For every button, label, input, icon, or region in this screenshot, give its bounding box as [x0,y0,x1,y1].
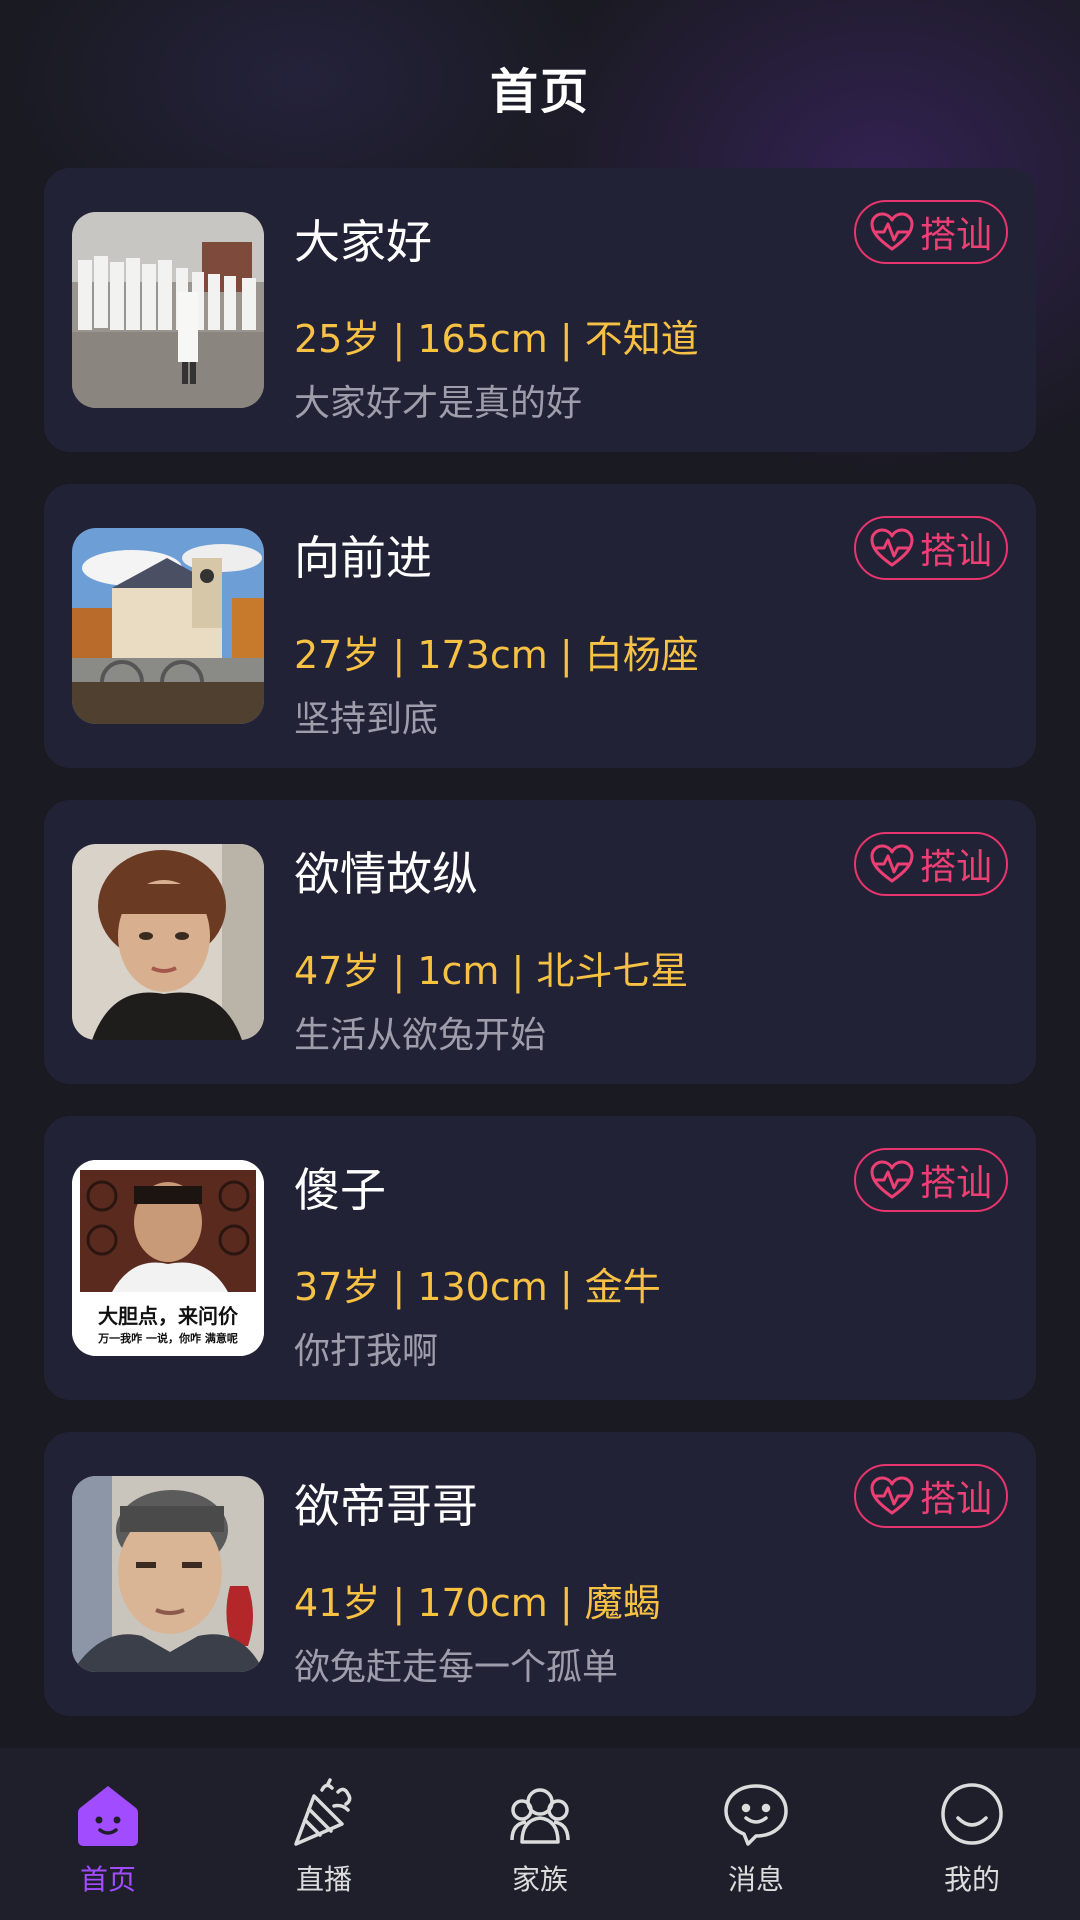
user-card[interactable]: 大家好 搭讪 25岁 | 165cm | 不知道 大家好才是真的好 [44,168,1036,452]
user-card-list: 大家好 搭讪 25岁 | 165cm | 不知道 大家好才是真的好 向前进 搭讪… [44,168,1036,1748]
tab-family[interactable]: 家族 [432,1748,648,1898]
user-bio: 生活从欲兔开始 [294,1015,547,1056]
tab-messages[interactable]: 消息 [648,1748,864,1898]
user-card[interactable]: 欲情故纵 搭讪 47岁 | 1cm | 北斗七星 生活从欲兔开始 [44,800,1036,1084]
avatar-caption: 大胆点，来问价 [98,1304,238,1328]
tab-label: 消息 [727,1863,784,1896]
pickup-label: 搭讪 [919,1479,992,1520]
user-meta: 27岁 | 173cm | 白杨座 [294,633,699,677]
avatar-photo[interactable] [72,528,264,724]
pickup-label: 搭讪 [919,215,992,256]
bottom-tab-bar: 首页 直播 家族 消息 我的 [0,1748,1080,1920]
home-icon [72,1778,144,1850]
user-card[interactable]: 欲帝哥哥 搭讪 41岁 | 170cm | 魔蝎 欲兔赶走每一个孤单 [44,1432,1036,1716]
avatar-photo[interactable] [72,212,264,408]
user-meta: 41岁 | 170cm | 魔蝎 [294,1581,661,1625]
pickup-label: 搭讪 [919,1163,992,1204]
party-popper-icon [288,1778,360,1850]
user-card[interactable]: 大胆点，来问价 万一我咋 一说，你咋 满意呢 傻子 搭讪 37岁 | 130cm… [44,1116,1036,1400]
user-bio: 欲兔赶走每一个孤单 [294,1647,619,1688]
user-name: 傻子 [294,1163,386,1217]
user-name: 大家好 [294,215,432,269]
avatar-photo[interactable] [72,1476,264,1672]
avatar-photo[interactable]: 大胆点，来问价 万一我咋 一说，你咋 满意呢 [72,1160,264,1356]
user-card[interactable]: 向前进 搭讪 27岁 | 173cm | 白杨座 坚持到底 [44,484,1036,768]
user-bio: 你打我啊 [294,1331,439,1372]
page-title: 首页 [489,64,590,120]
avatar-photo[interactable] [72,844,264,1040]
pickup-button[interactable]: 搭讪 [854,516,1008,580]
user-bio: 坚持到底 [294,699,439,740]
user-name: 欲帝哥哥 [294,1479,478,1533]
smiley-profile-icon [936,1778,1008,1850]
pickup-button[interactable]: 搭讪 [854,200,1008,264]
pickup-label: 搭讪 [919,531,992,572]
pickup-button[interactable]: 搭讪 [854,1148,1008,1212]
tab-profile[interactable]: 我的 [864,1748,1080,1898]
user-meta: 47岁 | 1cm | 北斗七星 [294,949,689,993]
user-bio: 大家好才是真的好 [294,383,583,424]
tab-label: 直播 [295,1863,352,1896]
tab-home[interactable]: 首页 [0,1748,216,1898]
heart-pulse-icon [870,1476,914,1516]
tab-label: 首页 [79,1863,136,1896]
pickup-button[interactable]: 搭讪 [854,832,1008,896]
user-meta: 37岁 | 130cm | 金牛 [294,1265,661,1309]
user-name: 欲情故纵 [294,847,478,901]
user-meta: 25岁 | 165cm | 不知道 [294,317,699,361]
heart-pulse-icon [870,212,914,252]
heart-pulse-icon [870,528,914,568]
chat-bubble-icon [720,1778,792,1850]
user-name: 向前进 [294,531,432,585]
pickup-button[interactable]: 搭讪 [854,1464,1008,1528]
family-group-icon [504,1778,576,1850]
pickup-label: 搭讪 [919,847,992,888]
tab-live[interactable]: 直播 [216,1748,432,1898]
heart-pulse-icon [870,844,914,884]
tab-label: 我的 [943,1863,1000,1896]
heart-pulse-icon [870,1160,914,1200]
tab-label: 家族 [511,1863,568,1896]
avatar-subcaption: 万一我咋 一说，你咋 满意呢 [98,1332,238,1345]
